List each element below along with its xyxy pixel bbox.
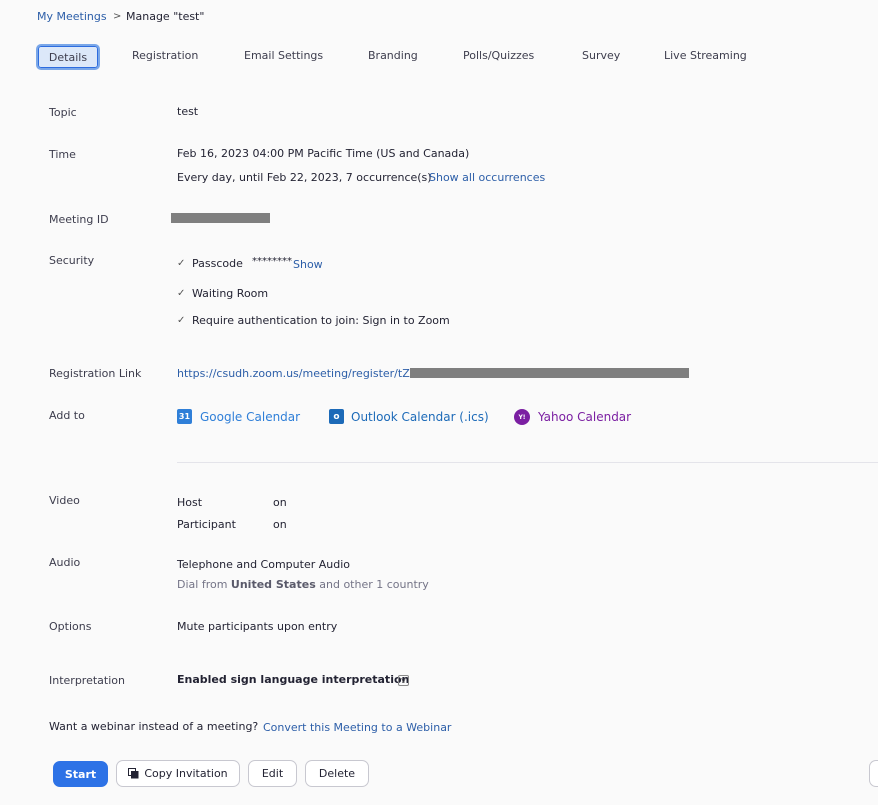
dial-info: Dial from United States and other 1 coun… [177,578,429,591]
auth-text: Require authentication to join: Sign in … [192,314,450,327]
meeting-id-label: Meeting ID [49,213,109,226]
delete-button[interactable]: Delete [305,760,369,787]
dial-prefix: Dial from [177,578,228,591]
check-icon: ✓ [177,315,186,326]
tab-details-label: Details [48,50,88,64]
start-button[interactable]: Start [53,761,108,787]
meeting-id-redacted [171,213,270,223]
google-calendar-link[interactable]: 31 Google Calendar [177,409,300,424]
google-calendar-icon: 31 [177,409,192,424]
tab-polls-quizzes[interactable]: Polls/Quizzes [463,49,534,62]
topic-value: test [177,105,199,118]
webinar-prompt: Want a webinar instead of a meeting? [49,720,259,733]
security-label: Security [49,254,95,267]
registration-url-redacted [410,368,689,378]
interpretation-value: Enabled sign language interpretation [177,673,410,686]
outlook-calendar-label: Outlook Calendar (.ics) [351,409,489,424]
video-participant-label: Participant [177,518,236,531]
tab-survey[interactable]: Survey [582,49,620,62]
yahoo-calendar-icon: Y! [514,409,530,425]
copy-invitation-label: Copy Invitation [144,767,228,780]
convert-to-webinar-link[interactable]: Convert this Meeting to a Webinar [263,721,451,734]
breadcrumb-chevron-icon: > [113,11,122,22]
more-button-partial[interactable] [869,760,878,787]
section-divider [177,462,878,463]
yahoo-calendar-link[interactable]: Y! Yahoo Calendar [514,409,631,425]
video-participant-value: on [273,518,287,531]
registration-link-label: Registration Link [49,367,142,380]
recurrence-text: Every day, until Feb 22, 2023, 7 occurre… [177,171,432,184]
video-host-value: on [273,496,287,509]
tab-email-settings[interactable]: Email Settings [244,49,323,62]
video-host-label: Host [177,496,203,509]
google-calendar-label: Google Calendar [200,409,301,424]
check-icon: ✓ [177,258,186,269]
waiting-room-text: Waiting Room [192,287,269,300]
sign-language-icon: V [398,675,409,686]
topic-label: Topic [49,106,77,119]
audio-label: Audio [49,556,81,569]
time-label: Time [49,148,76,161]
video-label: Video [49,494,80,507]
copy-invitation-button[interactable]: Copy Invitation [116,760,240,787]
outlook-calendar-icon: o [329,409,344,424]
options-label: Options [49,620,92,633]
passcode-label: Passcode [192,257,243,270]
registration-url-link[interactable]: https://csudh.zoom.us/meeting/register/t… [177,367,410,380]
edit-button[interactable]: Edit [248,760,297,787]
time-value: Feb 16, 2023 04:00 PM Pacific Time (US a… [177,147,470,160]
tab-registration[interactable]: Registration [132,49,198,62]
audio-value: Telephone and Computer Audio [177,558,350,571]
show-all-occurrences-link[interactable]: Show all occurrences [429,171,545,184]
breadcrumb-current: Manage "test" [126,10,205,23]
passcode-value: ******** [252,256,292,267]
yahoo-calendar-label: Yahoo Calendar [538,410,632,424]
tab-branding[interactable]: Branding [368,49,418,62]
check-icon: ✓ [177,288,186,299]
breadcrumb-my-meetings[interactable]: My Meetings [37,10,107,23]
tab-live-streaming[interactable]: Live Streaming [664,49,747,62]
show-passcode-link[interactable]: Show [293,258,323,271]
copy-icon [128,768,139,779]
dial-suffix: and other 1 country [319,578,429,591]
options-value: Mute participants upon entry [177,620,338,633]
tab-details[interactable]: Details [36,44,100,70]
interpretation-label: Interpretation [49,674,125,687]
outlook-calendar-link[interactable]: o Outlook Calendar (.ics) [329,409,489,424]
add-to-label: Add to [49,409,85,422]
dial-country: United States [230,578,316,591]
